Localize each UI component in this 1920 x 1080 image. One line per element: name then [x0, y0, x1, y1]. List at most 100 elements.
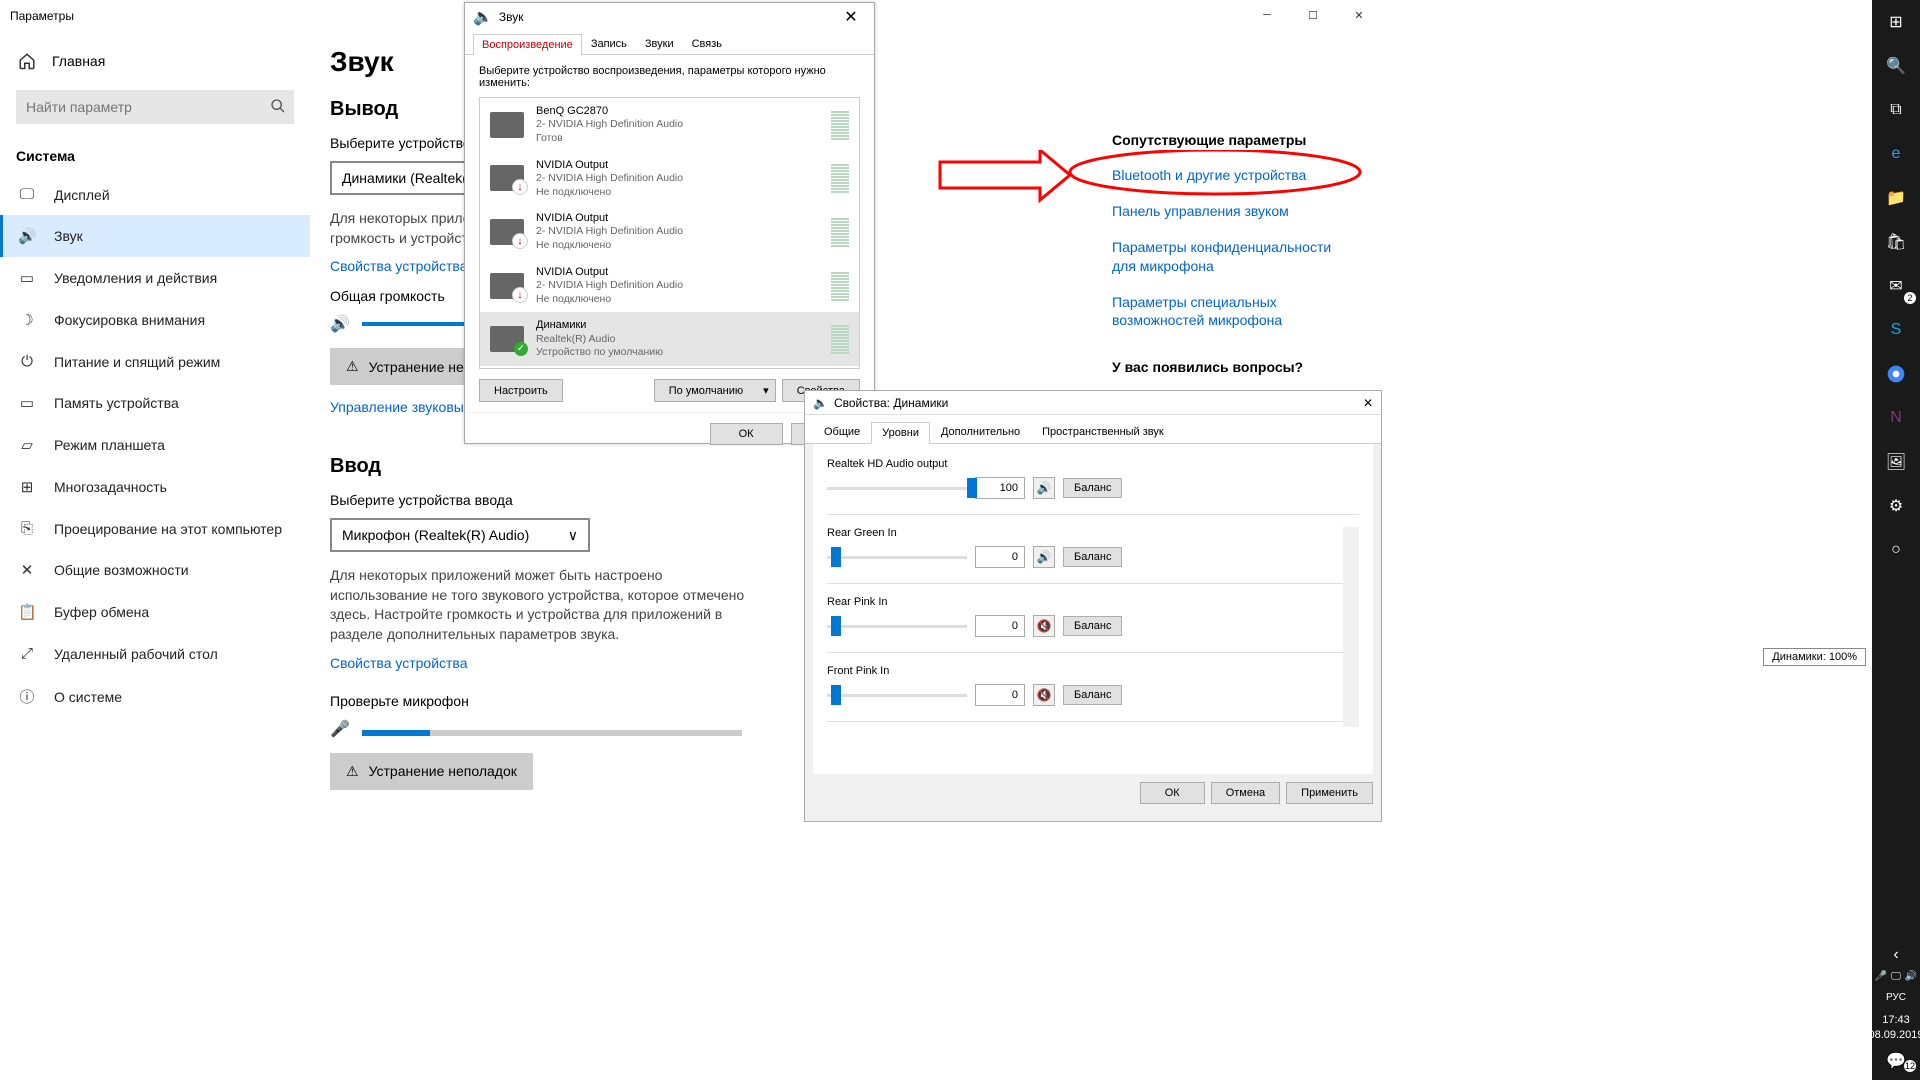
levels-scroll[interactable]: Rear Green In🔊БалансRear Pink In🔇БалансF…: [827, 527, 1359, 727]
level-slider[interactable]: [827, 683, 967, 707]
playback-device-item[interactable]: BenQ GC28702- NVIDIA High Definition Aud…: [480, 98, 859, 152]
level-slider[interactable]: [827, 614, 967, 638]
tray-volume-icon[interactable]: 🔊: [1905, 971, 1917, 982]
explorer-icon[interactable]: 📁: [1872, 176, 1920, 220]
balance-button[interactable]: Баланс: [1063, 616, 1122, 636]
tab-levels[interactable]: Уровни: [871, 422, 930, 444]
level-value[interactable]: [975, 615, 1025, 637]
edge-icon[interactable]: e: [1872, 132, 1920, 176]
playback-device-item[interactable]: NVIDIA Output2- NVIDIA High Definition A…: [480, 152, 859, 206]
level-slider[interactable]: [827, 476, 967, 500]
playback-device-item[interactable]: NVIDIA Output2- NVIDIA High Definition A…: [480, 205, 859, 259]
tray-mic-icon[interactable]: 🎤: [1875, 971, 1887, 982]
tray-monitor-icon[interactable]: 🖵: [1891, 971, 1901, 982]
properties-titlebar: 🔈 Свойства: Динамики ✕: [805, 391, 1381, 415]
mail-icon[interactable]: ✉: [1872, 264, 1920, 308]
nav-remote[interactable]: ⤢Удаленный рабочий стол: [0, 633, 310, 674]
mute-button[interactable]: 🔇: [1033, 684, 1055, 706]
device-properties-link-2[interactable]: Свойства устройства: [330, 655, 468, 671]
search-input[interactable]: [16, 90, 294, 124]
action-center-icon[interactable]: 💬: [1872, 1046, 1920, 1076]
sound-dialog-content: Выберите устройство воспроизведения, пар…: [465, 55, 874, 412]
tab-sounds[interactable]: Звуки: [636, 33, 683, 54]
input-device-select[interactable]: Микрофон (Realtek(R) Audio)∨: [330, 518, 590, 552]
minimize-button[interactable]: ─: [1244, 0, 1290, 30]
level-slider[interactable]: [827, 545, 967, 569]
chrome-icon[interactable]: [1872, 352, 1920, 396]
tab-advanced[interactable]: Дополнительно: [930, 421, 1031, 443]
related-bluetooth[interactable]: Bluetooth и другие устройства: [1112, 166, 1352, 184]
level-value[interactable]: [975, 477, 1025, 499]
clipboard-icon: 📋: [18, 603, 36, 621]
tab-playback[interactable]: Воспроизведение: [473, 34, 582, 55]
playback-device-list[interactable]: BenQ GC28702- NVIDIA High Definition Aud…: [479, 97, 860, 369]
playback-device-item[interactable]: Цифровой выходRealtek(R) Audio: [480, 366, 859, 369]
related-mic-ease[interactable]: Параметры специальных возможностей микро…: [1112, 293, 1352, 329]
nav-power[interactable]: ⏻Питание и спящий режим: [0, 341, 310, 382]
props-ok-button[interactable]: ОК: [1140, 782, 1205, 804]
mute-button[interactable]: 🔊: [1033, 546, 1055, 568]
mute-button[interactable]: 🔊: [1033, 477, 1055, 499]
remote-icon: ⤢: [18, 645, 36, 662]
onenote-icon[interactable]: N: [1872, 396, 1920, 440]
nav-projecting[interactable]: ⎘Проецирование на этот компьютер: [0, 508, 310, 549]
home-link[interactable]: Главная: [0, 42, 310, 80]
configure-button[interactable]: Настроить: [479, 379, 563, 402]
related-settings-panel: Сопутствующие параметры Bluetooth и друг…: [1112, 132, 1352, 427]
tab-recording[interactable]: Запись: [582, 33, 636, 54]
nav-sound[interactable]: 🔊Звук: [0, 215, 310, 257]
related-sound-cp[interactable]: Панель управления звуком: [1112, 202, 1352, 220]
sound-dialog-close[interactable]: ✕: [836, 7, 866, 27]
tab-communications[interactable]: Связь: [683, 33, 731, 54]
level-meter: [831, 217, 849, 247]
props-cancel-button[interactable]: Отмена: [1211, 782, 1280, 804]
tray-clock[interactable]: 17:43 08.09.2019: [1868, 1009, 1920, 1046]
multitask-icon: ⊞: [18, 478, 36, 496]
nav-about[interactable]: ⓘО системе: [0, 674, 310, 719]
sound-dialog: 🔈 Звук ✕ Воспроизведение Запись Звуки Св…: [464, 2, 875, 444]
level-group: Realtek HD Audio output🔊Баланс: [827, 458, 1359, 515]
nav-notifications[interactable]: ▭Уведомления и действия: [0, 257, 310, 299]
tray-language[interactable]: РУС: [1886, 986, 1906, 1009]
balance-button[interactable]: Баланс: [1063, 478, 1122, 498]
start-button[interactable]: ⊞: [1872, 0, 1920, 44]
tray-expand[interactable]: ‹: [1872, 943, 1920, 967]
nav-focus[interactable]: ☽Фокусировка внимания: [0, 299, 310, 341]
balance-button[interactable]: Баланс: [1063, 685, 1122, 705]
level-value[interactable]: [975, 684, 1025, 706]
level-meter: [831, 110, 849, 140]
ok-button[interactable]: ОК: [710, 423, 783, 445]
settings-icon[interactable]: ⚙: [1872, 484, 1920, 528]
nav-shared[interactable]: ✕Общие возможности: [0, 549, 310, 591]
tab-general[interactable]: Общие: [813, 421, 871, 443]
task-view-button[interactable]: ⧉: [1872, 88, 1920, 132]
chevron-down-icon: ∨: [568, 527, 578, 544]
level-value[interactable]: [975, 546, 1025, 568]
troubleshoot-input-button[interactable]: ⚠ Устранение неполадок: [330, 753, 533, 790]
search-box: [16, 90, 294, 124]
maximize-button[interactable]: ☐: [1290, 0, 1336, 30]
nav-storage[interactable]: ▭Память устройства: [0, 382, 310, 424]
playback-device-item[interactable]: NVIDIA Output2- NVIDIA High Definition A…: [480, 259, 859, 313]
tab-spatial[interactable]: Пространственный звук: [1031, 421, 1175, 443]
mute-button[interactable]: 🔇: [1033, 615, 1055, 637]
store-icon[interactable]: 🛍: [1872, 220, 1920, 264]
nav-multitask[interactable]: ⊞Многозадачность: [0, 466, 310, 508]
home-icon: [18, 52, 36, 70]
nav-tablet[interactable]: ▱Режим планшета: [0, 424, 310, 466]
related-mic-privacy[interactable]: Параметры конфиденциальности для микрофо…: [1112, 238, 1352, 274]
balance-button[interactable]: Баланс: [1063, 547, 1122, 567]
photos-icon[interactable]: 🖼: [1872, 440, 1920, 484]
nav-clipboard[interactable]: 📋Буфер обмена: [0, 591, 310, 633]
search-button[interactable]: 🔍: [1872, 44, 1920, 88]
playback-device-item[interactable]: ДинамикиRealtek(R) AudioУстройство по ум…: [480, 312, 859, 366]
properties-close[interactable]: ✕: [1363, 396, 1373, 410]
help-heading: У вас появились вопросы?: [1112, 359, 1352, 375]
app-icon[interactable]: ○: [1872, 528, 1920, 572]
set-default-button[interactable]: По умолчанию▾: [654, 379, 776, 402]
close-button[interactable]: ✕: [1336, 0, 1382, 30]
device-properties-link[interactable]: Свойства устройства: [330, 258, 468, 274]
props-apply-button[interactable]: Применить: [1286, 782, 1373, 804]
skype-icon[interactable]: S: [1872, 308, 1920, 352]
nav-display[interactable]: 🖵Дисплей: [0, 174, 310, 215]
